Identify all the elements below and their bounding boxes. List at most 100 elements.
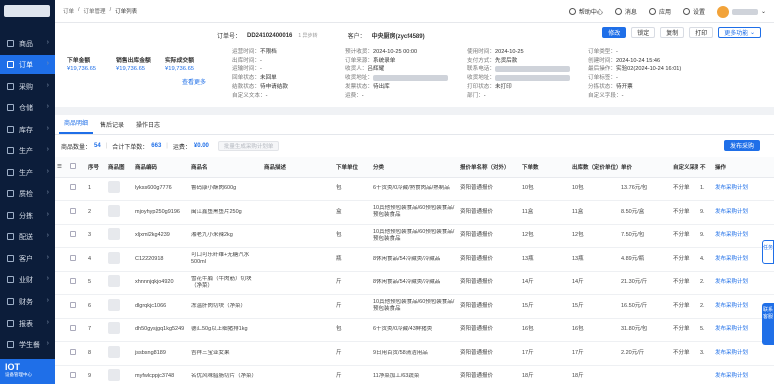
tab-operation-log[interactable]: 操作日志 xyxy=(131,120,165,134)
table-row[interactable]: 7 dh50gysjgq1kg5249 德汇50g以上细猪排1kg 包 6干货类/0冷藏… xyxy=(55,318,774,342)
copy-button[interactable]: 复制 xyxy=(660,27,685,38)
settings-button[interactable]: 设置 xyxy=(682,7,705,16)
cell-out: 17斤 xyxy=(570,341,619,366)
breadcrumb-item[interactable]: 订单 xyxy=(63,7,74,15)
cell-desc xyxy=(262,365,334,384)
sidebar-item[interactable]: 配送 › xyxy=(0,227,55,246)
publish-plan-link[interactable]: 发布采购计划 xyxy=(713,200,774,225)
sidebar-item[interactable]: 仓储 › xyxy=(0,98,55,117)
publish-purchase-button[interactable]: 发布采购 xyxy=(723,140,760,151)
sidebar-item[interactable]: 商品 › xyxy=(0,34,55,53)
order-total-label: 合计下单数： xyxy=(112,144,149,151)
tab-product-details[interactable]: 商品明细 xyxy=(59,118,94,134)
messages-button[interactable]: 消息 xyxy=(614,7,637,16)
customer-service-float-button[interactable]: 联系客服 xyxy=(762,303,774,345)
field-label: 部门： xyxy=(467,92,484,99)
cell-index: 6 xyxy=(86,294,106,319)
sidebar-item-label: 仓储 xyxy=(19,104,33,112)
sidebar-item[interactable]: 客户 › xyxy=(0,249,55,268)
row-checkbox[interactable] xyxy=(68,294,86,319)
view-more-link[interactable]: 查看更多 xyxy=(182,77,206,86)
row-checkbox[interactable] xyxy=(68,247,86,272)
breadcrumb-item[interactable]: 订单管理 xyxy=(84,7,106,15)
publish-plan-link[interactable]: 发布采购计划 xyxy=(713,341,774,366)
summary-deal-amount: 实际成交额 ¥19,736.65 xyxy=(165,55,194,72)
cell-quote: 资阳普通报价 xyxy=(458,341,520,366)
lock-button[interactable]: 锁定 xyxy=(631,27,656,38)
row-checkbox[interactable] xyxy=(68,224,86,248)
cell-category: 9日用百货/58清洁用品 xyxy=(371,341,458,366)
select-all-checkbox[interactable] xyxy=(68,157,86,178)
table-row[interactable]: 1 lykss600g7776 鲁码康小酥肉600g 包 6干货类/0冷藏/熟食肉品/熟… xyxy=(55,177,774,201)
cell-thumb xyxy=(106,224,133,248)
sidebar-item[interactable]: 财务 › xyxy=(0,292,55,311)
column-settings-icon[interactable]: ☰ xyxy=(55,157,68,178)
publish-plan-link[interactable]: 发布采购计划 xyxy=(713,177,774,201)
col-header: 商品图 xyxy=(106,157,133,178)
print-button[interactable]: 打印 xyxy=(689,27,714,38)
row-checkbox[interactable] xyxy=(68,200,86,225)
publish-plan-link[interactable]: 发布采购计划 xyxy=(713,365,774,384)
sidebar-item[interactable]: 分拣 › xyxy=(0,206,55,225)
field-label: 自定义文本： xyxy=(232,92,266,99)
col-header: 操作 xyxy=(713,157,774,178)
sidebar-item[interactable]: 订单 › xyxy=(0,55,55,74)
cell-extra: 5. xyxy=(698,318,713,342)
row-checkbox[interactable] xyxy=(68,365,86,384)
table-row[interactable]: 2 mjoyhyp250g9196 闽江鑫鱼黑鱼片250g 盒 10其他预包装食品/60… xyxy=(55,200,774,225)
help-center-button[interactable]: 帮助中心 xyxy=(568,7,603,16)
task-float-button[interactable]: 任务 xyxy=(762,240,774,264)
table-row[interactable]: 9 myfwlcppjc3748 名优风味腊肠切片（净菜） 斤 11净菜加工/63蔬菜 资… xyxy=(55,365,774,384)
user-name-redacted xyxy=(731,8,758,15)
chevron-down-icon: ⌄ xyxy=(748,30,755,36)
table-row[interactable]: 8 jssbsng8189 吉祥三宝亚女果斤 9日用百货/58清洁用品 资阳普通报价 17… xyxy=(55,341,774,366)
batch-generate-button[interactable]: 批量生成采购计划单 xyxy=(217,141,280,151)
apps-button[interactable]: 应用 xyxy=(648,7,671,16)
cell-out: 14斤 xyxy=(570,271,619,295)
row-checkbox[interactable] xyxy=(68,318,86,342)
table-row[interactable]: 3 xljxml2kg4239 湘老九小米辣2kg 包 10其他预包装食品/60预包装食… xyxy=(55,224,774,248)
sidebar-item[interactable]: 库存 › xyxy=(0,120,55,139)
menu-icon xyxy=(7,276,14,283)
count-label: 商品数量： xyxy=(61,144,92,151)
sidebar-item-label: 生产 xyxy=(19,147,33,155)
user-menu[interactable]: ⌄ xyxy=(716,5,766,18)
sidebar-item[interactable]: 生产 › xyxy=(0,141,55,160)
cell-code: jssbsng8189 xyxy=(133,341,189,366)
cell-type: 不分单 xyxy=(671,200,698,225)
cell-out: 16包 xyxy=(570,318,619,342)
sidebar-item[interactable]: 质检 › xyxy=(0,184,55,203)
order-no-label: 订单号： xyxy=(217,34,242,40)
more-functions-button[interactable]: 更多功能 ⌄ xyxy=(718,27,761,38)
help-icon xyxy=(568,8,576,15)
table-row[interactable]: 5 xhnnnjqkjo4920 雪花牛腩（牛肉筋）切块（净菜） 斤 8休闲食品/54冷… xyxy=(55,271,774,295)
row-checkbox[interactable] xyxy=(68,341,86,366)
modify-button[interactable]: 修改 xyxy=(602,27,627,38)
table-row[interactable]: 6 dlgrqkjc1066 冻温肝肉切块（净菜） 斤 10其他预包装食品/60预包装食… xyxy=(55,294,774,319)
cell-unit: 包 xyxy=(334,224,371,248)
cell-quote: 资阳普通报价 xyxy=(458,294,520,319)
product-name: 德汇50g以上细猪排1kg xyxy=(191,326,248,333)
cell-thumb xyxy=(106,341,133,366)
tab-after-sales[interactable]: 售后记录 xyxy=(95,120,129,134)
sidebar-item[interactable]: 生产 › xyxy=(0,163,55,182)
product-image xyxy=(108,204,120,217)
field-label: 分拣状态： xyxy=(588,83,616,90)
chevron-right-icon: › xyxy=(46,103,49,110)
row-checkbox[interactable] xyxy=(68,271,86,295)
row-checkbox[interactable] xyxy=(68,177,86,201)
sidebar-item[interactable]: 报表 › xyxy=(0,314,55,333)
sidebar-item[interactable]: 业财 › xyxy=(0,270,55,289)
logo xyxy=(4,5,50,17)
cell-code: myfwlcppjc3748 xyxy=(133,365,189,384)
cell-extra xyxy=(698,365,713,384)
sidebar-item[interactable]: 学生餐 › xyxy=(0,335,55,354)
chevron-right-icon: › xyxy=(46,60,49,67)
publish-plan-link[interactable]: 发布采购计划 xyxy=(713,271,774,295)
table-row[interactable]: 4 C12220918 可口可乐纤维+无糖汽水500ml 瓶 8休闲食品/54冷藏类/冷… xyxy=(55,247,774,272)
sidebar-item[interactable]: 采购 › xyxy=(0,77,55,96)
field-value: 实验02(2024-10-24 16:01) xyxy=(615,66,682,73)
cell-type: 不分单 xyxy=(671,271,698,295)
cell-unit: 瓶 xyxy=(334,247,371,272)
iot-device-center[interactable]: IOT 设备管理中心 xyxy=(0,359,55,384)
